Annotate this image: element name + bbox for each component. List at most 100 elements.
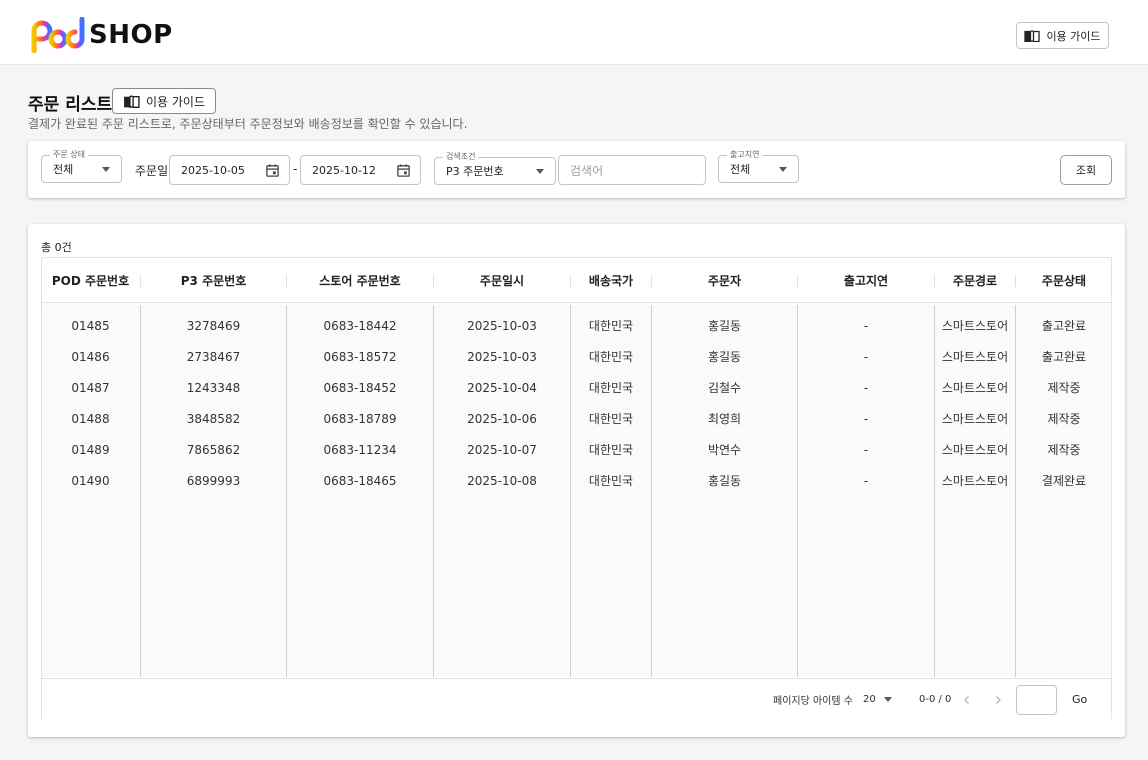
table-cell: 출고완료	[1041, 319, 1087, 333]
date-to-value: 2025-10-12	[312, 163, 376, 177]
table-cell: 1243348	[186, 380, 241, 395]
table-cell: 01486	[71, 349, 110, 364]
per-page-value: 20	[863, 694, 876, 705]
table-cell: 0683-18442	[323, 318, 397, 333]
column-separator	[433, 275, 434, 287]
table-cell: 2025-10-07	[467, 442, 537, 457]
next-page-button[interactable]	[994, 679, 1002, 720]
filter-panel: 주문 상태 전체 주문일 2025-10-05 - 2025-10-12 검색조…	[28, 141, 1125, 198]
total-count: 총 0건	[41, 241, 72, 254]
table-row[interactable]: 01485 3278469 0683-18442 2025-10-03 대한민국 홍길동 -…	[42, 310, 1111, 341]
page-guide-button[interactable]: 이용 가이드	[112, 88, 216, 114]
table-cell: 3848582	[186, 411, 241, 426]
column-header[interactable]: 주문자	[652, 258, 797, 303]
table-cell: 스마트스토어	[941, 443, 1009, 457]
search-input[interactable]: 검색어	[558, 155, 706, 185]
table-cell: 2025-10-06	[467, 411, 537, 426]
page-number-input[interactable]	[1016, 685, 1057, 715]
table-cell: 2025-10-03	[467, 318, 537, 333]
table-cell: -	[863, 380, 869, 395]
table-cell: 스마트스토어	[941, 381, 1009, 395]
top-guide-button[interactable]: 이용 가이드	[1016, 22, 1109, 49]
table-row[interactable]: 01487 1243348 0683-18452 2025-10-04 대한민국 김철수 -…	[42, 372, 1111, 403]
table-cell: 2025-10-08	[467, 473, 537, 488]
page-range: 0-0 / 0	[919, 694, 952, 705]
date-to-input[interactable]: 2025-10-12	[300, 155, 421, 185]
search-condition-legend: 검색조건	[443, 152, 479, 162]
column-header[interactable]: 주문상태	[1016, 258, 1112, 303]
shipping-delay-select[interactable]: 출고지연 전체	[718, 150, 799, 183]
chevron-down-icon	[883, 697, 892, 702]
chevron-right-icon	[996, 695, 1001, 704]
search-placeholder: 검색어	[570, 163, 604, 178]
table-cell: 제작중	[1047, 443, 1081, 457]
date-from-input[interactable]: 2025-10-05	[169, 155, 290, 185]
search-condition-value: P3 주문번호	[446, 165, 504, 178]
table-cell: 홍길동	[707, 319, 742, 333]
table-row[interactable]: 01488 3848582 0683-18789 2025-10-06 대한민국 최영희 -…	[42, 403, 1111, 434]
column-header[interactable]: 주문일시	[434, 258, 570, 303]
table-row[interactable]: 01486 2738467 0683-18572 2025-10-03 대한민국 홍길동 -…	[42, 341, 1111, 372]
logo-text: SHOP	[89, 20, 173, 50]
calendar-icon[interactable]	[265, 163, 280, 178]
table-cell: 0683-18789	[323, 411, 397, 426]
chevron-down-icon	[536, 168, 544, 174]
table-cell: 박연수	[707, 443, 742, 457]
table-cell: 제작중	[1047, 381, 1081, 395]
table-cell: 대한민국	[588, 381, 634, 395]
search-condition-select[interactable]: 검색조건 P3 주문번호	[434, 152, 556, 185]
per-page-select[interactable]: 20	[863, 679, 892, 720]
book-open-icon	[123, 94, 140, 108]
column-header[interactable]: 스토어 주문번호	[287, 258, 433, 303]
go-button[interactable]: Go	[1072, 679, 1087, 720]
table-cell: 제작중	[1047, 412, 1081, 426]
order-date-label: 주문일	[135, 164, 169, 178]
order-table-panel: 총 0건 POD 주문번호 P3 주문번호 스토어 주문번호 주문일시 배송국가 주문자 출…	[28, 224, 1125, 737]
table-cell: 대한민국	[588, 350, 634, 364]
table-cell: 0683-11234	[323, 442, 397, 457]
column-separator	[140, 275, 141, 287]
calendar-icon[interactable]	[396, 163, 411, 178]
column-header[interactable]: P3 주문번호	[141, 258, 286, 303]
order-table: POD 주문번호 P3 주문번호 스토어 주문번호 주문일시 배송국가 주문자 출고지연 주문…	[41, 257, 1112, 719]
top-bar: SHOP 이용 가이드	[0, 0, 1148, 65]
table-cell: 01485	[71, 318, 110, 333]
chevron-down-icon	[102, 166, 110, 172]
table-cell: 3278469	[186, 318, 241, 333]
table-cell: 홍길동	[707, 474, 742, 488]
table-cell: 0683-18452	[323, 380, 397, 395]
table-cell: 스마트스토어	[941, 412, 1009, 426]
page-guide-label: 이용 가이드	[145, 94, 205, 109]
table-cell: 대한민국	[588, 319, 634, 333]
table-cell: 0683-18572	[323, 349, 397, 364]
page-subtitle: 결제가 완료된 주문 리스트로, 주문상태부터 주문정보와 배송정보를 확인할 …	[28, 117, 468, 131]
table-cell: 2025-10-03	[467, 349, 537, 364]
pod-shop-logo[interactable]: SHOP	[30, 17, 173, 53]
column-separator	[934, 275, 935, 287]
chevron-left-icon	[964, 695, 969, 704]
table-cell: 6899993	[186, 473, 241, 488]
table-cell: 01490	[71, 473, 110, 488]
table-row[interactable]: 01489 7865862 0683-11234 2025-10-07 대한민국 박연수 -…	[42, 434, 1111, 465]
table-cell: -	[863, 349, 869, 364]
date-separator: -	[293, 162, 298, 176]
column-separator	[797, 275, 798, 287]
table-cell: 김철수	[707, 381, 742, 395]
order-status-select[interactable]: 주문 상태 전체	[41, 150, 122, 183]
column-header[interactable]: POD 주문번호	[42, 258, 139, 303]
page-title: 주문 리스트	[28, 95, 113, 115]
column-header[interactable]: 배송국가	[571, 258, 651, 303]
search-button[interactable]: 조회	[1060, 155, 1112, 185]
table-cell: 스마트스토어	[941, 474, 1009, 488]
order-status-value: 전체	[53, 163, 74, 176]
prev-page-button[interactable]	[963, 679, 971, 720]
table-cell: 대한민국	[588, 474, 634, 488]
table-cell: 01489	[71, 442, 110, 457]
per-page-label: 페이지당 아이템 수	[773, 696, 853, 707]
column-header[interactable]: 출고지연	[798, 258, 934, 303]
column-separator	[570, 275, 571, 287]
table-row[interactable]: 01490 6899993 0683-18465 2025-10-08 대한민국 홍길동 -…	[42, 465, 1111, 496]
table-cell: 대한민국	[588, 443, 634, 457]
column-separator	[651, 275, 652, 287]
column-header[interactable]: 주문경로	[935, 258, 1015, 303]
